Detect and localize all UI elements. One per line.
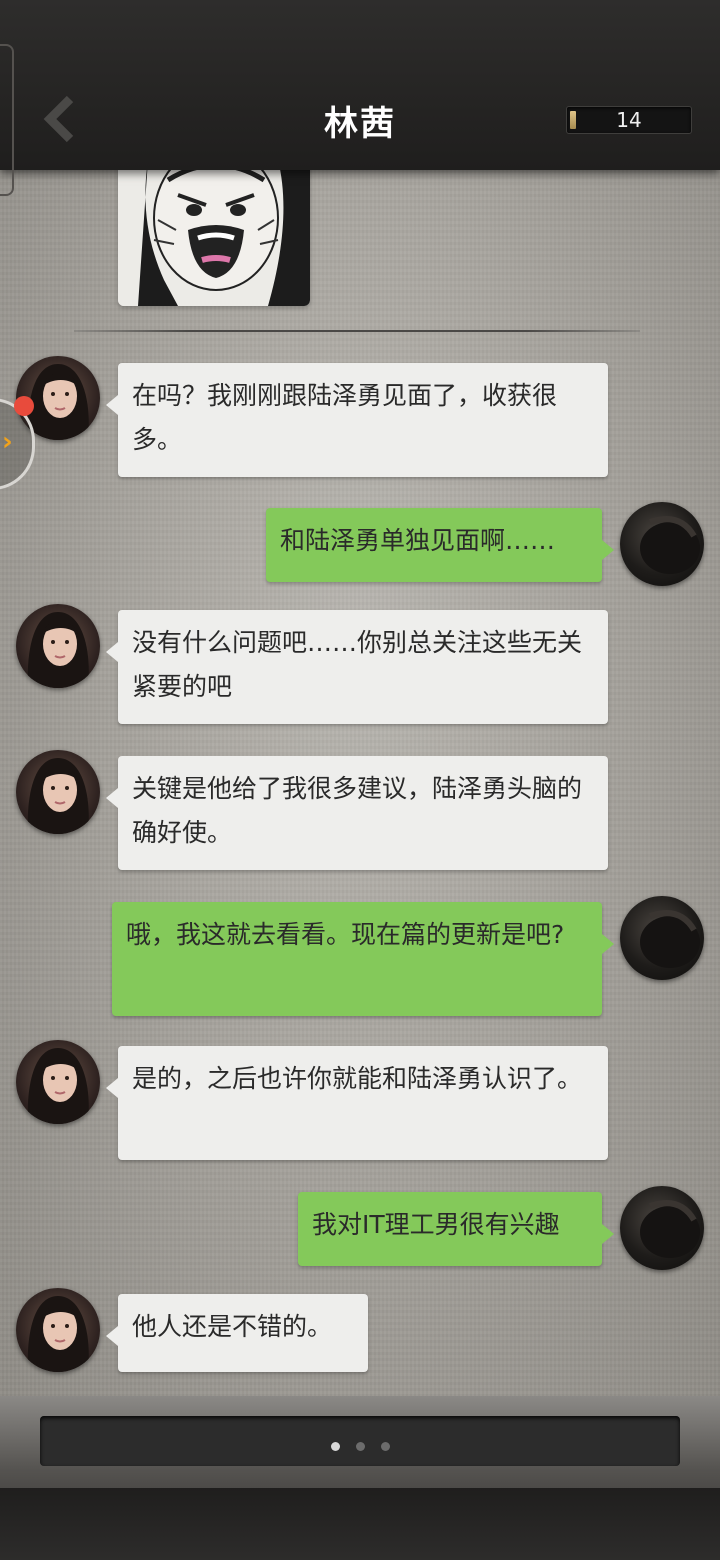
- incoming-message-bubble[interactable]: 他人还是不错的。: [106, 1294, 368, 1372]
- typing-indicator: [40, 1436, 680, 1455]
- screaming-face-sticker-icon: [118, 160, 310, 306]
- counter-value: 14: [616, 108, 642, 132]
- contact-portrait-icon: [27, 1048, 89, 1124]
- chevron-right-icon: ›: [2, 427, 13, 457]
- reply-options-bar[interactable]: [40, 1416, 680, 1466]
- energy-counter: 14: [566, 106, 692, 134]
- sticker-image[interactable]: [118, 160, 310, 306]
- user-portrait-icon: [640, 516, 700, 574]
- outgoing-message-bubble[interactable]: 哦，我这就去看看。现在篇的更新是吧?: [112, 902, 614, 1016]
- reply-panel: [0, 1396, 720, 1560]
- incoming-message-bubble[interactable]: 关键是他给了我很多建议，陆泽勇头脑的确好使。: [106, 756, 608, 870]
- side-drawer-tab[interactable]: [0, 44, 14, 196]
- outgoing-message-bubble[interactable]: 和陆泽勇单独见面啊……: [266, 508, 614, 582]
- incoming-message-bubble[interactable]: 在吗？我刚刚跟陆泽勇见面了，收获很多。: [106, 363, 608, 477]
- contact-avatar[interactable]: [16, 1288, 100, 1372]
- contact-avatar[interactable]: [16, 750, 100, 834]
- user-portrait-icon: [640, 910, 700, 968]
- page-dot: [380, 1442, 390, 1451]
- top-bar: 林茜 14: [0, 0, 720, 170]
- incoming-message-bubble[interactable]: 是的，之后也许你就能和陆泽勇认识了。: [106, 1046, 608, 1160]
- page-dot: [330, 1442, 340, 1451]
- contact-avatar[interactable]: [16, 1040, 100, 1124]
- bottom-panel: [0, 1488, 720, 1560]
- outgoing-message-bubble[interactable]: 我对IT理工男很有兴趣: [298, 1192, 614, 1266]
- history-divider: [74, 330, 640, 332]
- user-avatar[interactable]: [620, 1186, 704, 1270]
- contact-portrait-icon: [27, 1296, 89, 1372]
- page-dot: [355, 1442, 365, 1451]
- notification-dot: [14, 396, 34, 416]
- incoming-message-bubble[interactable]: 没有什么问题吧……你别总关注这些无关紧要的吧: [106, 610, 608, 724]
- user-portrait-icon: [640, 1200, 700, 1258]
- contact-avatar[interactable]: [16, 604, 100, 688]
- user-avatar[interactable]: [620, 896, 704, 980]
- contact-portrait-icon: [27, 612, 89, 688]
- user-avatar[interactable]: [620, 502, 704, 586]
- contact-portrait-icon: [27, 758, 89, 834]
